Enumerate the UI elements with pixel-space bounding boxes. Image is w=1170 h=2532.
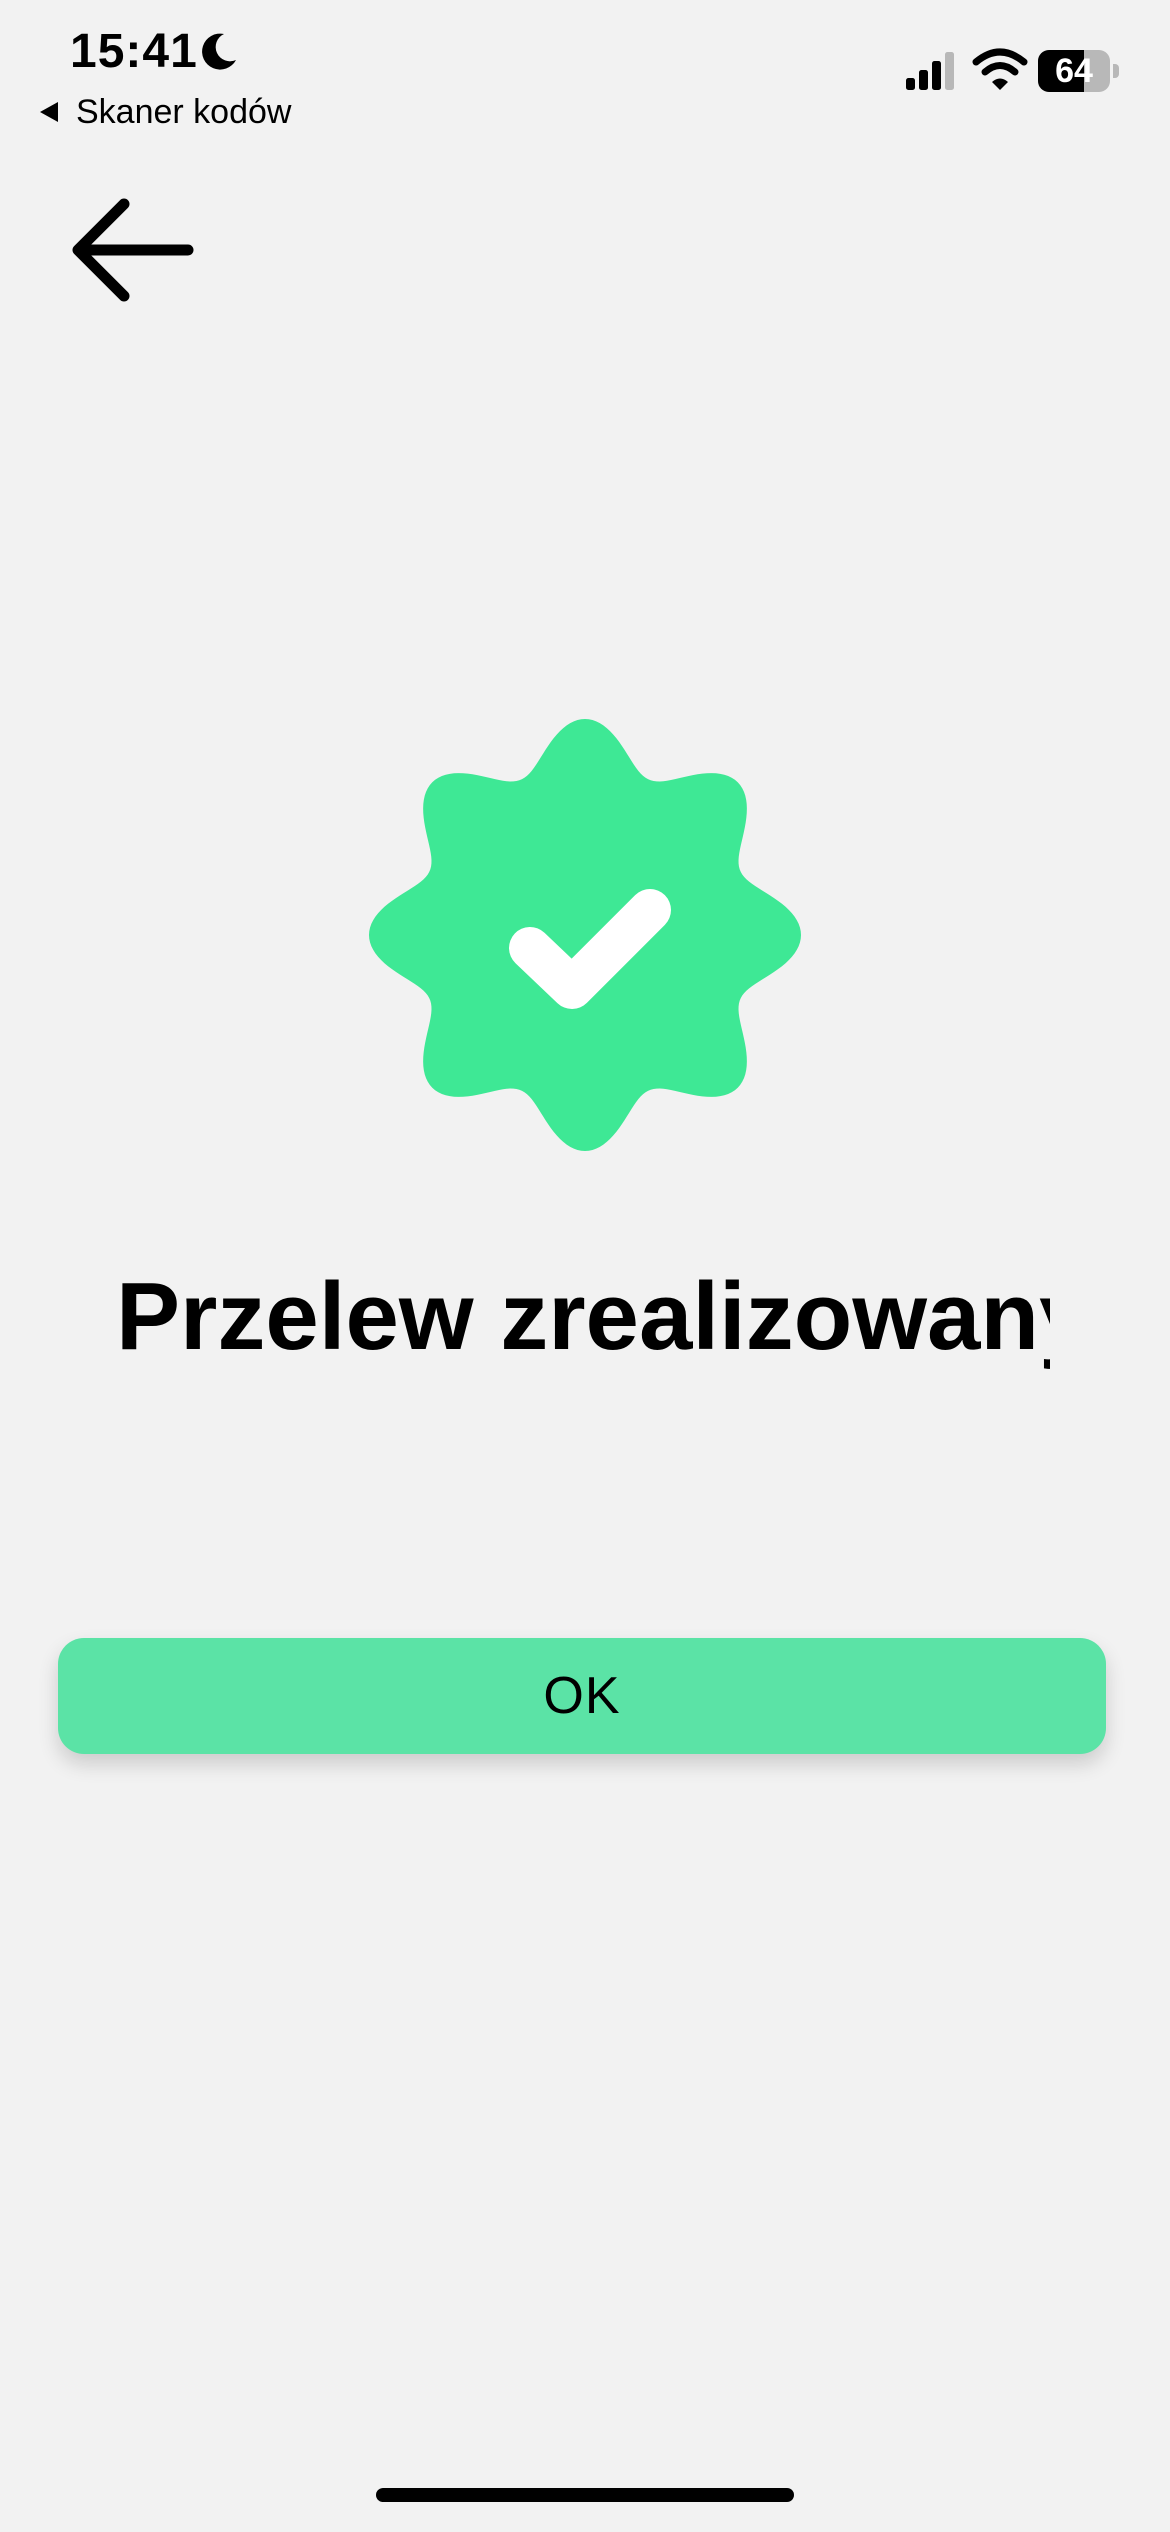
triangle-left-icon	[40, 102, 58, 122]
battery-icon: 64	[1038, 50, 1120, 92]
ok-button[interactable]: OK	[58, 1638, 1106, 1754]
signal-icon	[906, 52, 954, 90]
battery-body: 64	[1038, 50, 1110, 92]
home-indicator[interactable]	[376, 2488, 794, 2502]
back-to-app-label: Skaner kodów	[76, 93, 292, 131]
moon-icon	[202, 33, 236, 70]
arrow-left-icon	[72, 198, 194, 302]
success-badge	[360, 710, 810, 1160]
back-button[interactable]	[64, 190, 204, 310]
back-to-app-link[interactable]: Skaner kodów	[36, 90, 291, 134]
result-title: Przelew zrealizowany	[116, 1263, 1050, 1370]
badge-shape	[369, 719, 801, 1151]
battery-level: 64	[1055, 52, 1093, 90]
payment-success-screen: 15:41 Skaner kodów 64 Przelew zrealizowa…	[0, 0, 1170, 2532]
status-time: 15:41	[70, 25, 198, 78]
ok-button-label: OK	[543, 1667, 621, 1725]
verified-badge-check-icon	[369, 719, 801, 1151]
wifi-icon	[972, 48, 1028, 90]
battery-tip	[1113, 64, 1119, 78]
